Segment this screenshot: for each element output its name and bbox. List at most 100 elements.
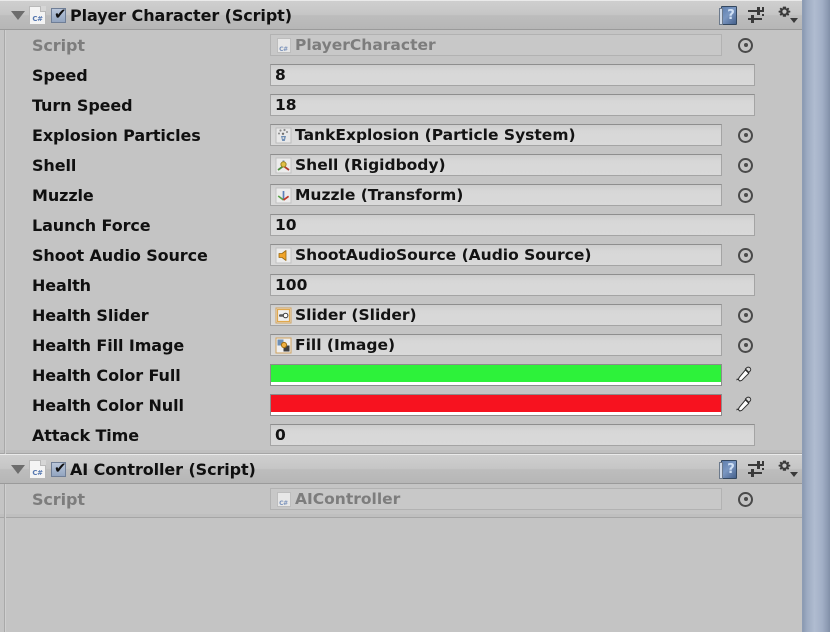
- field-value: ShootAudioSource (Audio Source): [295, 246, 592, 264]
- field-value: 100: [275, 276, 308, 294]
- field-value: Slider (Slider): [295, 306, 417, 324]
- property-label: Shoot Audio Source: [32, 245, 208, 265]
- checkmark-icon: ✔: [54, 458, 67, 477]
- help-icon[interactable]: ?: [719, 5, 740, 26]
- number-input-field[interactable]: 10: [270, 214, 755, 236]
- gear-icon[interactable]: [776, 5, 798, 25]
- object-picker-button[interactable]: [738, 37, 753, 53]
- component-title: Player Character (Script): [70, 5, 292, 25]
- property-row: Script C# PlayerCharacter: [0, 30, 802, 60]
- object-picker-button[interactable]: [738, 491, 753, 507]
- csharp-script-icon: C#: [29, 459, 46, 479]
- audio-source-icon: [275, 247, 292, 264]
- color-alpha-bar: [271, 382, 721, 385]
- script-object-field[interactable]: C# AIController: [270, 488, 722, 510]
- component-enabled-checkbox[interactable]: ✔: [51, 458, 67, 477]
- field-value: PlayerCharacter: [295, 36, 436, 54]
- component-header-buttons: ?: [719, 1, 798, 29]
- field-value: 10: [275, 216, 297, 234]
- property-row: Health Fill Image Fill (Image): [0, 330, 802, 360]
- property-row: Turn Speed 18: [0, 90, 802, 120]
- property-row: Shoot Audio Source ShootAudioSource (Audi…: [0, 240, 802, 270]
- number-input-field[interactable]: 18: [270, 94, 755, 116]
- foldout-arrow-icon[interactable]: [7, 10, 29, 20]
- property-label: Health: [32, 275, 91, 295]
- property-label: Script: [32, 35, 85, 55]
- object-picker-button[interactable]: [738, 187, 753, 203]
- object-reference-field[interactable]: Muzzle (Transform): [270, 184, 722, 206]
- component-header[interactable]: C# ✔ AI Controller (Script)?: [0, 454, 802, 484]
- property-row: Launch Force 10: [0, 210, 802, 240]
- property-row: Attack Time 0: [0, 420, 802, 450]
- rigidbody-icon: [275, 157, 292, 174]
- checkmark-icon: ✔: [54, 4, 67, 23]
- property-label: Explosion Particles: [32, 125, 201, 145]
- property-row: Speed 8: [0, 60, 802, 90]
- field-value: Muzzle (Transform): [295, 186, 464, 204]
- property-label: Muzzle: [32, 185, 94, 205]
- object-picker-button[interactable]: [738, 307, 753, 323]
- color-swatch-field[interactable]: [270, 364, 722, 386]
- components-list: C# ✔ Player Character (Script)? Script C# Pla…: [0, 0, 802, 518]
- property-label: Health Fill Image: [32, 335, 185, 355]
- component-title: AI Controller (Script): [70, 459, 256, 479]
- field-value: 18: [275, 96, 297, 114]
- field-value: Fill (Image): [295, 336, 396, 354]
- color-alpha-bar: [271, 412, 721, 415]
- number-input-field[interactable]: 8: [270, 64, 755, 86]
- object-picker-button[interactable]: [738, 337, 753, 353]
- color-swatch-field[interactable]: [270, 394, 722, 416]
- property-label: Launch Force: [32, 215, 151, 235]
- gear-icon[interactable]: [776, 459, 798, 479]
- property-label: Turn Speed: [32, 95, 133, 115]
- property-label: Speed: [32, 65, 88, 85]
- csharp-script-icon: C#: [275, 491, 292, 508]
- field-value: TankExplosion (Particle System): [295, 126, 576, 144]
- preset-icon[interactable]: [748, 5, 768, 25]
- property-label: Script: [32, 489, 85, 509]
- foldout-arrow-icon[interactable]: [7, 464, 29, 474]
- property-label: Shell: [32, 155, 77, 175]
- object-picker-button[interactable]: [738, 127, 753, 143]
- property-row: Muzzle Muzzle (Transform): [0, 180, 802, 210]
- transform-icon: [275, 187, 292, 204]
- field-value: 8: [275, 66, 286, 84]
- eyedropper-icon[interactable]: [734, 396, 753, 415]
- object-reference-field[interactable]: Fill (Image): [270, 334, 722, 356]
- property-row: Health Color Null: [0, 390, 802, 420]
- object-picker-button[interactable]: [738, 157, 753, 173]
- object-reference-field[interactable]: ShootAudioSource (Audio Source): [270, 244, 722, 266]
- component-header[interactable]: C# ✔ Player Character (Script)?: [0, 0, 802, 30]
- object-reference-field[interactable]: Slider (Slider): [270, 304, 722, 326]
- field-value: Shell (Rigidbody): [295, 156, 446, 174]
- component-separator: [0, 514, 802, 518]
- property-row: Health Slider Slider (Slider): [0, 300, 802, 330]
- number-input-field[interactable]: 0: [270, 424, 755, 446]
- component-header-buttons: ?: [719, 455, 798, 483]
- vertical-scrollbar[interactable]: [802, 0, 830, 632]
- property-row: Script C# AIController: [0, 484, 802, 514]
- color-swatch-fill: [271, 365, 721, 382]
- object-reference-field[interactable]: TankExplosion (Particle System): [270, 124, 722, 146]
- property-label: Health Slider: [32, 305, 149, 325]
- object-reference-field[interactable]: Shell (Rigidbody): [270, 154, 722, 176]
- field-value: AIController: [295, 490, 401, 508]
- property-label: Attack Time: [32, 425, 139, 445]
- eyedropper-icon[interactable]: [734, 366, 753, 385]
- inspector-panel: C# ✔ Player Character (Script)? Script C# Pla…: [0, 0, 802, 632]
- csharp-script-icon: C#: [29, 5, 46, 25]
- property-row: Health Color Full: [0, 360, 802, 390]
- particle-system-icon: [275, 127, 292, 144]
- component-enabled-checkbox[interactable]: ✔: [51, 4, 67, 23]
- number-input-field[interactable]: 100: [270, 274, 755, 296]
- property-row: Health 100: [0, 270, 802, 300]
- help-icon[interactable]: ?: [719, 459, 740, 480]
- property-row: Explosion Particles TankExplosion (Partic…: [0, 120, 802, 150]
- property-label: Health Color Null: [32, 395, 184, 415]
- script-object-field[interactable]: C# PlayerCharacter: [270, 34, 722, 56]
- slider-icon: [275, 307, 292, 324]
- preset-icon[interactable]: [748, 459, 768, 479]
- object-picker-button[interactable]: [738, 247, 753, 263]
- csharp-script-icon: C#: [275, 37, 292, 54]
- field-value: 0: [275, 426, 286, 444]
